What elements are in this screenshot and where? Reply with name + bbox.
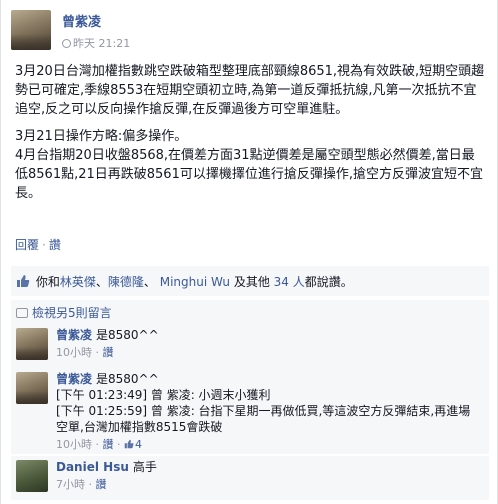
facebook-post: 曾紫凌 昨天 21:21 3月20日台灣加權指數跳空跌破箱型整理底部頸線8651…: [0, 0, 498, 504]
comment-1: 曾紫凌 是8580^^ 10小時 · 讚: [11, 324, 489, 368]
comment-avatar[interactable]: [16, 328, 48, 360]
comment-avatar[interactable]: [16, 372, 48, 404]
others-count-link[interactable]: 34 人: [274, 275, 305, 289]
comment-avatar[interactable]: [16, 460, 48, 492]
like-link[interactable]: 讚: [49, 238, 61, 252]
post-body: 3月20日台灣加權指數跳空跌破箱型整理底部頸線8651,視為有效跌破,短期空頭趨…: [15, 62, 485, 211]
comment-author[interactable]: 曾紫凌: [56, 328, 92, 342]
comment-like-count[interactable]: 4: [124, 438, 142, 451]
comment-time[interactable]: 7小時: [56, 478, 85, 491]
comment-author[interactable]: 曾紫凌: [56, 372, 92, 386]
comment-text: 是8580^^ [下午 01:23:49] 曾 紫凌: 小週末小獲利 [下午 0…: [56, 372, 471, 434]
liker-3[interactable]: Minghui Wu: [160, 275, 230, 289]
liker-1[interactable]: 林英傑: [60, 275, 96, 289]
view-more-comments[interactable]: 檢視另5則留言: [11, 300, 489, 324]
comment-like-link[interactable]: 讚: [103, 346, 114, 359]
comment-text: 是8580^^: [96, 328, 159, 342]
globe-icon: [62, 39, 71, 48]
comment-time[interactable]: 10小時: [56, 346, 92, 359]
comment-like-link[interactable]: 讚: [96, 478, 107, 491]
post-paragraph-2: 3月21日操作方略:偏多操作。 4月台指期20日收盤8568,在價差方面31點逆…: [15, 129, 483, 201]
likes-summary: 你和林英傑、陳德隆、 Minghui Wu 及其他 34 人都說讚。: [11, 266, 489, 296]
post-time[interactable]: 昨天 21:21: [62, 35, 130, 51]
post-actions: 回覆 · 讚: [15, 238, 61, 252]
comment-link[interactable]: 回覆: [15, 238, 39, 252]
comment-like-link[interactable]: 讚: [103, 438, 114, 451]
author-avatar[interactable]: [11, 10, 51, 50]
liker-2[interactable]: 陳德隆: [108, 275, 144, 289]
comment-2: 曾紫凌 是8580^^ [下午 01:23:49] 曾 紫凌: 小週末小獲利 [下…: [11, 368, 489, 454]
comment-time[interactable]: 10小時: [56, 438, 92, 451]
comment-text: 高手: [132, 460, 157, 474]
view-more-comments-label[interactable]: 檢視另5則留言: [32, 306, 112, 320]
comment-author[interactable]: Daniel Hsu: [56, 460, 129, 474]
post-author[interactable]: 曾紫凌: [62, 11, 101, 30]
post-header: 曾紫凌 昨天 21:21: [11, 10, 481, 54]
post-paragraph-1: 3月20日台灣加權指數跳空跌破箱型整理底部頸線8651,視為有效跌破,短期空頭趨…: [15, 64, 485, 117]
thumbs-up-icon: [124, 439, 134, 449]
speech-bubble-icon: [16, 308, 28, 318]
comment-3: Daniel Hsu 高手 7小時 · 讚: [11, 456, 489, 500]
thumbs-up-icon: [17, 275, 30, 287]
